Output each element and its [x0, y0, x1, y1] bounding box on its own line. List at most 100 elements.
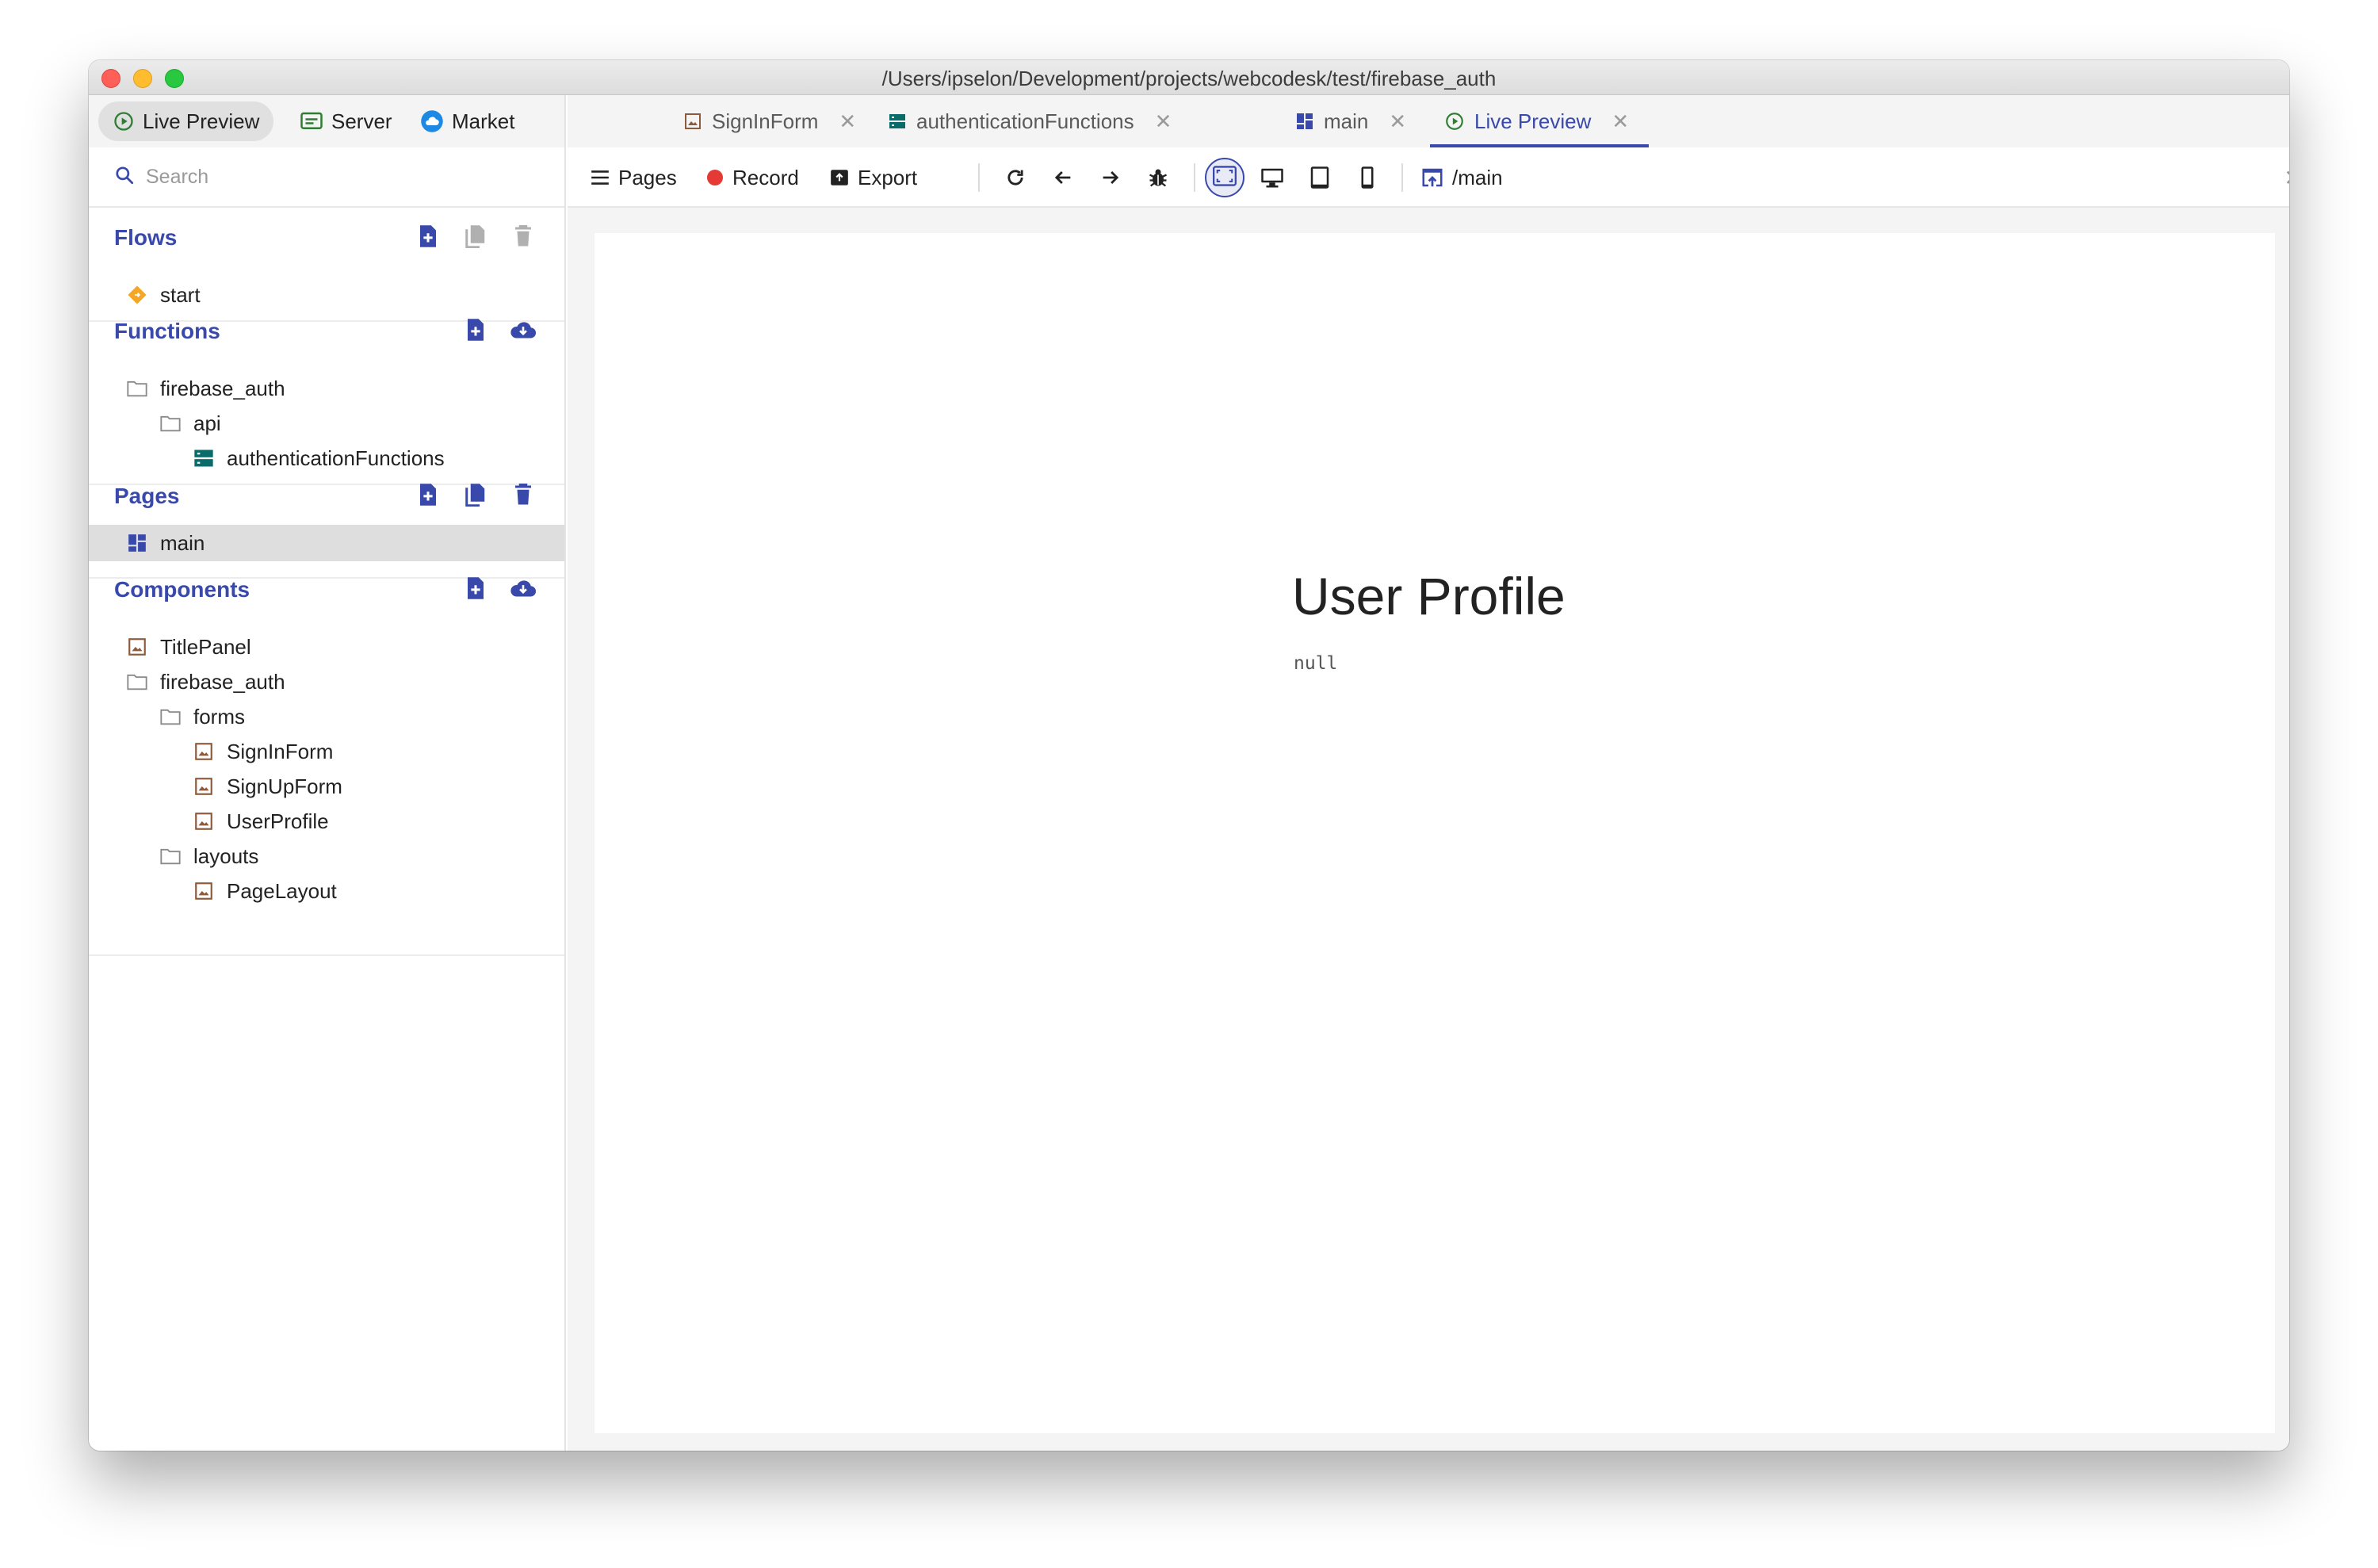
- pages-button-label: Pages: [618, 165, 677, 189]
- fit-screen-button[interactable]: [1205, 158, 1244, 197]
- close-preview-icon[interactable]: ✕: [2278, 163, 2289, 193]
- title-bar: /Users/ipselon/Development/projects/webc…: [89, 60, 2289, 95]
- user-profile-heading: User Profile: [1292, 567, 1566, 625]
- record-dot-icon: [705, 168, 724, 187]
- editor-tab-signinform[interactable]: SignInForm ✕: [683, 95, 856, 147]
- close-tab-icon[interactable]: ✕: [1155, 109, 1172, 134]
- toolbar-divider: [978, 163, 980, 192]
- function-folder-api[interactable]: api: [159, 406, 221, 441]
- delete-icon[interactable]: [509, 480, 537, 509]
- refresh-icon[interactable]: [1000, 163, 1030, 193]
- tablet-view-icon[interactable]: [1305, 163, 1335, 193]
- search-input[interactable]: Search: [146, 166, 208, 189]
- folder-icon: [159, 411, 182, 435]
- sidebar-tabs: Live Preview Server Market: [89, 95, 564, 147]
- tree-item-label: UserProfile: [227, 809, 329, 833]
- flow-item-start[interactable]: start: [125, 277, 201, 312]
- component-folder-firebase-auth[interactable]: firebase_auth: [125, 664, 285, 699]
- editor-tab-label: SignInForm: [712, 109, 819, 133]
- function-folder-firebase-auth[interactable]: firebase_auth: [125, 371, 285, 406]
- editor-tab-live-preview[interactable]: Live Preview ✕: [1444, 95, 1629, 147]
- folder-icon: [159, 844, 182, 868]
- page-path[interactable]: /main: [1420, 147, 1503, 208]
- toolbar-divider: [1401, 163, 1403, 192]
- component-image-icon: [192, 740, 216, 763]
- copy-file-icon[interactable]: [461, 480, 490, 509]
- add-file-icon[interactable]: [414, 222, 442, 250]
- tab-live-preview[interactable]: Live Preview: [98, 101, 274, 141]
- tab-market-label: Market: [452, 109, 515, 133]
- mobile-view-icon[interactable]: [1352, 163, 1382, 193]
- editor-tab-label: main: [1324, 109, 1369, 133]
- back-arrow-icon[interactable]: [1048, 163, 1078, 193]
- export-button-label: Export: [858, 165, 918, 189]
- component-image-icon: [192, 879, 216, 903]
- desktop-view-icon[interactable]: [1257, 163, 1287, 193]
- close-tab-icon[interactable]: ✕: [1389, 109, 1406, 134]
- preview-canvas: User Profile null: [594, 233, 2275, 1433]
- play-circle-icon: [113, 110, 135, 132]
- section-divider: [89, 954, 564, 956]
- pages-button[interactable]: Pages: [590, 147, 677, 208]
- debug-bug-icon[interactable]: [1143, 163, 1173, 193]
- cloud-download-icon[interactable]: [509, 316, 537, 344]
- component-item-signupform[interactable]: SignUpForm: [192, 769, 342, 804]
- flows-section-title: Flows: [114, 225, 178, 250]
- editor-tab-authentication-functions[interactable]: authenticationFunctions ✕: [888, 95, 1172, 147]
- component-item-pagelayout[interactable]: PageLayout: [192, 874, 337, 908]
- folder-icon: [125, 377, 149, 400]
- tree-item-label: layouts: [193, 843, 259, 868]
- editor-tabs: SignInForm ✕ authenticationFunctions ✕ m…: [568, 95, 2289, 147]
- tree-item-label: PageLayout: [227, 878, 337, 903]
- component-item-signinform[interactable]: SignInForm: [192, 734, 333, 769]
- add-file-icon[interactable]: [414, 480, 442, 509]
- add-file-icon[interactable]: [461, 316, 490, 344]
- component-folder-layouts[interactable]: layouts: [159, 839, 258, 874]
- sidebar: Live Preview Server Market Search Flows …: [89, 95, 566, 1451]
- editor-tab-label: Live Preview: [1474, 109, 1592, 133]
- main-area: SignInForm ✕ authenticationFunctions ✕ m…: [568, 95, 2289, 1451]
- function-list-icon: [888, 112, 907, 131]
- close-tab-icon[interactable]: ✕: [839, 109, 856, 134]
- tree-item-label: firebase_auth: [160, 376, 285, 400]
- pages-section-title: Pages: [114, 484, 180, 508]
- window-title: /Users/ipselon/Development/projects/webc…: [881, 67, 1497, 90]
- forward-arrow-icon[interactable]: [1095, 163, 1126, 193]
- component-image-icon: [125, 635, 149, 659]
- component-image-icon: [192, 809, 216, 833]
- tree-item-label: SignInForm: [227, 739, 334, 763]
- delete-icon[interactable]: [509, 222, 537, 250]
- fit-screen-icon: [1213, 165, 1237, 190]
- component-item-userprofile[interactable]: UserProfile: [192, 804, 329, 839]
- flow-item-label: start: [160, 282, 201, 307]
- open-in-browser-icon: [1420, 166, 1444, 189]
- tree-item-label: main: [160, 530, 205, 555]
- editor-tab-main[interactable]: main ✕: [1295, 95, 1406, 147]
- tab-server[interactable]: Server: [285, 101, 407, 141]
- search-bar[interactable]: Search: [89, 147, 564, 208]
- record-button[interactable]: Record: [705, 147, 799, 208]
- add-file-icon[interactable]: [461, 574, 490, 602]
- tab-server-label: Server: [331, 109, 392, 133]
- component-item-titlepanel[interactable]: TitlePanel: [125, 629, 251, 664]
- page-item-main[interactable]: main: [125, 526, 205, 560]
- tab-market[interactable]: Market: [406, 101, 529, 141]
- page-dashboard-icon: [1295, 112, 1314, 131]
- page-path-label: /main: [1452, 165, 1503, 189]
- cloud-download-icon[interactable]: [509, 574, 537, 602]
- tree-item-label: api: [193, 411, 221, 435]
- functions-section-title: Functions: [114, 319, 220, 343]
- tree-item-label: TitlePanel: [160, 634, 251, 659]
- user-profile-value: null: [1294, 653, 1338, 674]
- tree-item-label: authenticationFunctions: [227, 446, 445, 470]
- close-tab-icon[interactable]: ✕: [1611, 109, 1629, 134]
- play-circle-icon: [1444, 111, 1465, 132]
- cloud-icon: [420, 109, 444, 133]
- component-folder-forms[interactable]: forms: [159, 699, 245, 734]
- editor-tab-label: authenticationFunctions: [916, 109, 1134, 133]
- page-dashboard-icon: [125, 531, 149, 555]
- copy-file-icon[interactable]: [461, 222, 490, 250]
- export-button[interactable]: Export: [829, 147, 917, 208]
- function-item-authentication-functions[interactable]: authenticationFunctions: [192, 441, 445, 476]
- preview-toolbar: Pages Record Export /main: [568, 147, 2289, 208]
